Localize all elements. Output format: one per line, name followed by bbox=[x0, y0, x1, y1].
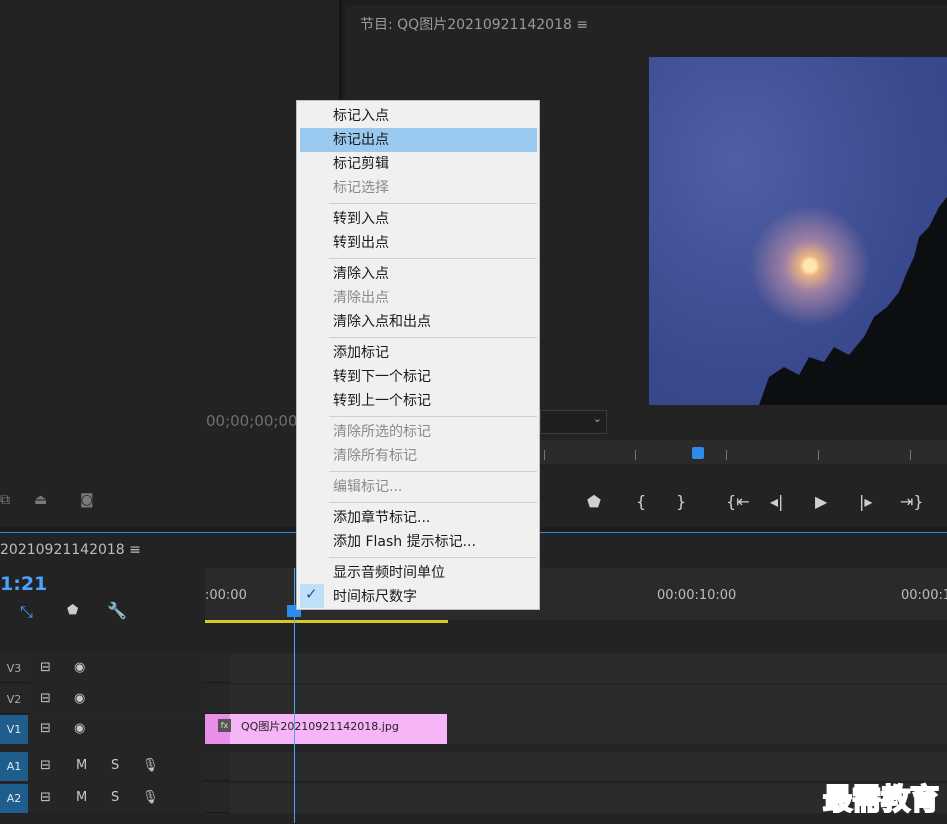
zoom-dropdown[interactable]: ⌄ bbox=[540, 410, 607, 434]
ruler-label-1: 00:00:10:00 bbox=[657, 588, 737, 603]
menu-item-ruler-numbers[interactable]: 时间标尺数字 bbox=[333, 586, 417, 608]
sequence-tab[interactable]: 20210921142018 ≡ bbox=[0, 542, 141, 558]
track-label-v1[interactable]: V1 bbox=[0, 715, 28, 744]
menu-item-mark-in[interactable]: 标记入点 bbox=[333, 105, 389, 127]
menu-separator bbox=[329, 471, 537, 472]
menu-item-next-marker[interactable]: 转到下一个标记 bbox=[333, 366, 431, 388]
snap-icon[interactable]: ⤡ bbox=[20, 602, 33, 622]
menu-item-edit-marker[interactable]: 编辑标记... bbox=[333, 476, 402, 498]
program-playhead[interactable] bbox=[692, 447, 704, 459]
film-icon[interactable]: ⊟ bbox=[40, 758, 51, 773]
ruler-label-2: 00:00:1 bbox=[901, 588, 947, 603]
step-forward-icon[interactable]: |▸ bbox=[859, 492, 872, 511]
track-header-a1: ⊟ M S 🎙 bbox=[30, 752, 204, 781]
eye-icon[interactable]: ◉ bbox=[74, 721, 85, 736]
work-area-bar[interactable] bbox=[205, 620, 448, 623]
menu-item-clear-in-out[interactable]: 清除入点和出点 bbox=[333, 311, 431, 333]
mark-in-icon[interactable]: { bbox=[636, 492, 646, 511]
overwrite-icon[interactable]: ⏏ bbox=[34, 492, 47, 508]
track-body-v3[interactable] bbox=[230, 654, 947, 683]
film-icon[interactable]: ⊟ bbox=[40, 721, 51, 736]
ruler-label-0: :00:00 bbox=[205, 588, 247, 603]
menu-item-clear-selected-markers[interactable]: 清除所选的标记 bbox=[333, 421, 431, 443]
film-icon[interactable]: ⊟ bbox=[40, 790, 51, 805]
mute-button[interactable]: M bbox=[76, 790, 87, 805]
menu-item-clear-all-markers[interactable]: 清除所有标记 bbox=[333, 445, 417, 467]
track-header-v1: ⊟ ◉ bbox=[30, 715, 204, 744]
menu-item-clear-in[interactable]: 清除入点 bbox=[333, 263, 389, 285]
watermark-logo: 最需教育 bbox=[822, 781, 940, 817]
checkmark-icon: ✓ bbox=[305, 585, 318, 603]
eye-icon[interactable]: ◉ bbox=[74, 691, 85, 706]
mute-button[interactable]: M bbox=[76, 758, 87, 773]
go-to-out-icon[interactable]: ⇥} bbox=[900, 492, 924, 511]
track-label-a1[interactable]: A1 bbox=[0, 752, 28, 781]
solo-button[interactable]: S bbox=[111, 790, 119, 805]
source-monitor-panel bbox=[0, 0, 342, 527]
insert-icon[interactable]: ⧉ bbox=[0, 492, 10, 508]
eye-icon[interactable]: ◉ bbox=[74, 660, 85, 675]
program-video-frame bbox=[649, 57, 947, 405]
film-icon[interactable]: ⊟ bbox=[40, 691, 51, 706]
film-icon[interactable]: ⊟ bbox=[40, 660, 51, 675]
tree-silhouette bbox=[759, 197, 947, 405]
microphone-icon[interactable]: 🎙 bbox=[142, 758, 159, 773]
menu-item-go-to-in[interactable]: 转到入点 bbox=[333, 208, 389, 230]
step-back-icon[interactable]: ◂| bbox=[770, 492, 783, 511]
menu-item-add-chapter-marker[interactable]: 添加章节标记... bbox=[333, 507, 430, 529]
menu-item-add-flash-marker[interactable]: 添加 Flash 提示标记... bbox=[333, 531, 476, 553]
menu-item-show-audio-units[interactable]: 显示音频时间单位 bbox=[333, 562, 445, 584]
track-body-v2[interactable] bbox=[230, 685, 947, 714]
program-monitor-title[interactable]: 节目: QQ图片20210921142018 ≡ bbox=[360, 14, 588, 34]
camera-icon[interactable]: ◙ bbox=[80, 492, 94, 508]
mark-out-icon[interactable]: } bbox=[676, 492, 686, 511]
menu-separator bbox=[329, 557, 537, 558]
program-time-ruler[interactable] bbox=[540, 440, 947, 464]
menu-separator bbox=[329, 258, 537, 259]
menu-separator bbox=[329, 416, 537, 417]
track-label-a2[interactable]: A2 bbox=[0, 784, 28, 813]
track-header-v2: ⊟ ◉ bbox=[30, 685, 204, 714]
menu-separator bbox=[329, 203, 537, 204]
menu-item-mark-clip[interactable]: 标记剪辑 bbox=[333, 153, 389, 175]
menu-item-mark-out[interactable]: 标记出点 bbox=[333, 129, 389, 151]
fx-badge[interactable]: fx bbox=[218, 719, 231, 732]
menu-separator bbox=[329, 337, 537, 338]
add-marker-icon[interactable]: ⬟ bbox=[587, 492, 601, 511]
source-timecode[interactable]: 00;00;00;00 bbox=[206, 412, 298, 430]
menu-item-prev-marker[interactable]: 转到上一个标记 bbox=[333, 390, 431, 412]
menu-item-clear-out[interactable]: 清除出点 bbox=[333, 287, 389, 309]
track-header-a2: ⊟ M S 🎙 bbox=[30, 784, 204, 813]
wrench-icon[interactable]: 🔧 bbox=[107, 601, 127, 620]
menu-item-mark-selection[interactable]: 标记选择 bbox=[333, 177, 389, 199]
microphone-icon[interactable]: 🎙 bbox=[142, 790, 159, 805]
solo-button[interactable]: S bbox=[111, 758, 119, 773]
clip-name: QQ图片20210921142018.jpg bbox=[241, 720, 399, 733]
menu-item-add-marker[interactable]: 添加标记 bbox=[333, 342, 389, 364]
timeline-timecode[interactable]: 1:21 bbox=[0, 573, 47, 595]
play-icon[interactable]: ▶ bbox=[815, 492, 827, 511]
track-label-v2[interactable]: V2 bbox=[0, 685, 28, 714]
context-menu: 标记入点 标记出点 标记剪辑 标记选择 转到入点 转到出点 清除入点 清除出点 … bbox=[296, 100, 540, 610]
track-header-v3: ⊟ ◉ bbox=[30, 654, 204, 683]
track-label-v3[interactable]: V3 bbox=[0, 654, 28, 683]
marker-icon[interactable]: ⬟ bbox=[67, 603, 78, 618]
chevron-down-icon: ⌄ bbox=[592, 412, 602, 425]
go-to-in-icon[interactable]: {⇤ bbox=[726, 492, 750, 511]
menu-separator bbox=[329, 502, 537, 503]
menu-item-go-to-out[interactable]: 转到出点 bbox=[333, 232, 389, 254]
